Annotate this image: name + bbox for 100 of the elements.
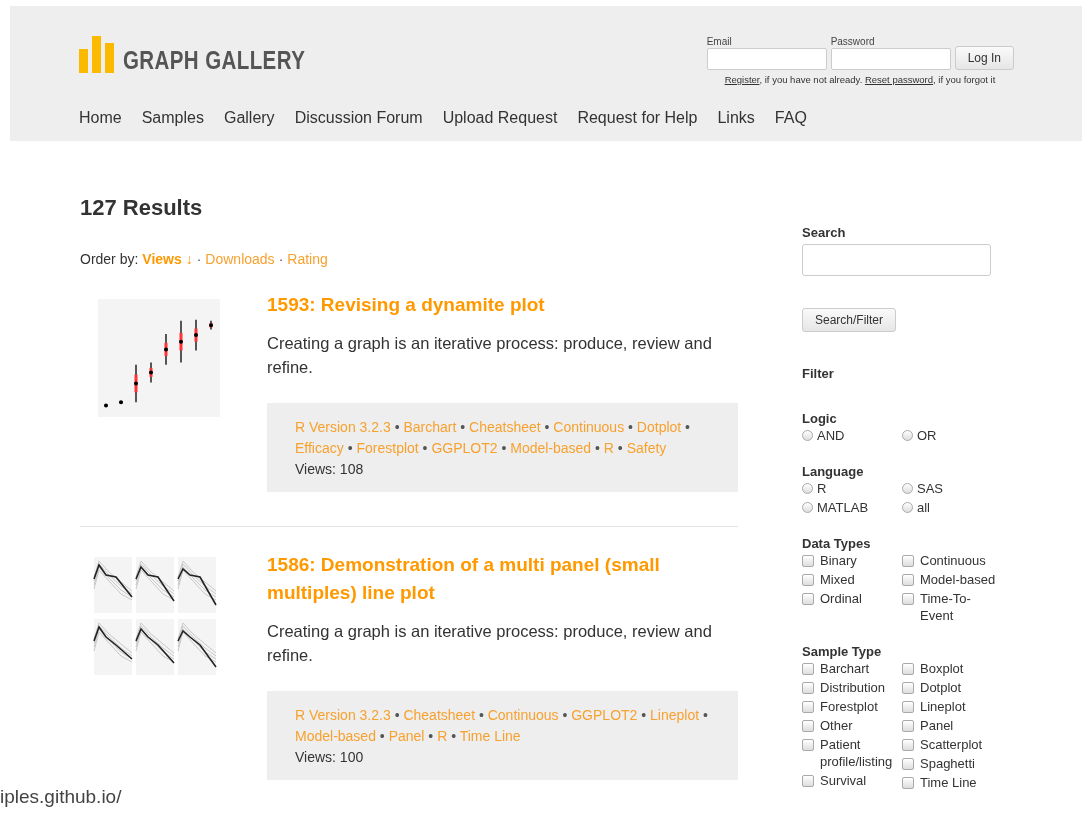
tag-link[interactable]: GGPLOT2: [431, 440, 498, 456]
field-label: Email: [706, 36, 733, 47]
tag-link[interactable]: Dotplot: [636, 419, 682, 435]
login-hint: Register, if you have not already. Reset password, if you forgot it: [724, 74, 997, 85]
checkbox[interactable]: [902, 701, 914, 713]
sort-link[interactable]: Rating: [287, 251, 328, 267]
result-title[interactable]: 1586: Demonstration of a multi panel (small multiples) line plot: [267, 551, 738, 607]
tag-link[interactable]: Continuous: [487, 707, 559, 723]
option-label: Time-To-Event: [920, 590, 972, 624]
group-heading: Data Types: [802, 536, 872, 551]
option-label: Survival: [820, 772, 867, 789]
checkbox[interactable]: [902, 777, 914, 789]
result-description: Creating a graph is an iterative process: produce, review and refine.: [267, 333, 713, 378]
tag-link[interactable]: Panel: [388, 728, 425, 744]
nav-link[interactable]: Discussion Forum: [294, 109, 423, 127]
tag-link[interactable]: R Version 3.2.3: [295, 707, 391, 723]
tag-separator: •: [460, 419, 466, 435]
option-label: Spaghetti: [920, 755, 975, 772]
search-label: Search: [802, 225, 847, 240]
group-heading: Sample Type: [802, 644, 883, 659]
tag-link[interactable]: Model-based: [510, 440, 592, 456]
option-label: Distribution: [820, 679, 886, 696]
email-field[interactable]: [706, 48, 827, 70]
radio-button[interactable]: [902, 483, 913, 494]
tag-separator: •: [544, 419, 550, 435]
tag-link[interactable]: Time Line: [459, 728, 521, 744]
nav-link[interactable]: Home: [79, 109, 122, 127]
group-heading: Logic: [802, 411, 838, 426]
tag-separator: •: [478, 707, 484, 723]
logo-text[interactable]: GRAPH GALLERY: [123, 47, 306, 73]
tag-link[interactable]: R: [437, 728, 448, 744]
checkbox[interactable]: [902, 739, 914, 751]
tag-link[interactable]: Lineplot: [650, 707, 700, 723]
sort-link[interactable]: Downloads: [205, 251, 275, 267]
search-field[interactable]: [802, 244, 991, 276]
checkbox[interactable]: [802, 593, 814, 605]
checkbox[interactable]: [902, 682, 914, 694]
tag-separator: •: [347, 440, 353, 456]
radio-button[interactable]: [902, 502, 913, 513]
tag-link[interactable]: Continuous: [553, 419, 625, 435]
tag-separator: •: [685, 419, 690, 435]
tag-link[interactable]: Cheatsheet: [403, 707, 476, 723]
checkbox[interactable]: [802, 739, 814, 751]
tag-link[interactable]: R: [603, 440, 614, 456]
checkbox[interactable]: [902, 555, 914, 567]
checkbox[interactable]: [802, 720, 814, 732]
checkbox[interactable]: [802, 663, 814, 675]
checkbox[interactable]: [902, 574, 914, 586]
radio-button[interactable]: [902, 430, 913, 441]
result-title[interactable]: 1593: Revising a dynamite plot: [267, 291, 738, 319]
search-filter-button[interactable]: Search/Filter: [802, 308, 897, 332]
option-label: R: [817, 480, 827, 497]
tag-separator: •: [379, 728, 385, 744]
radio-button[interactable]: [802, 483, 813, 494]
nav-link[interactable]: Request for Help: [577, 109, 698, 127]
result-description: Creating a graph is an iterative process: produce, review and refine.: [267, 621, 713, 666]
tag-separator: •: [641, 707, 647, 723]
checkbox[interactable]: [802, 775, 814, 787]
checkbox[interactable]: [802, 555, 814, 567]
password-field[interactable]: [830, 48, 951, 70]
tag-link[interactable]: Forestplot: [356, 440, 419, 456]
option-label: Continuous: [920, 552, 986, 569]
field-label: Password: [830, 36, 876, 47]
nav-link[interactable]: Samples: [141, 109, 204, 127]
option-label: SAS: [917, 480, 943, 497]
tag-link[interactable]: Safety: [626, 440, 667, 456]
nav-link[interactable]: Links: [717, 109, 755, 127]
view-count: Views: 100: [295, 749, 364, 765]
nav-link[interactable]: FAQ: [774, 109, 807, 127]
tag-link[interactable]: Efficacy: [295, 440, 344, 456]
option-label: Barchart: [820, 660, 870, 677]
checkbox[interactable]: [802, 574, 814, 586]
group-heading: Language: [802, 464, 865, 479]
radio-button[interactable]: [802, 430, 813, 441]
option-label: Other: [820, 717, 853, 734]
view-count: Views: 108: [295, 461, 364, 477]
tag-separator: •: [422, 440, 428, 456]
login-button[interactable]: Log In: [954, 46, 1014, 70]
tag-link[interactable]: Barchart: [403, 419, 457, 435]
tag-link[interactable]: Model-based: [295, 728, 376, 744]
radio-button[interactable]: [802, 502, 813, 513]
checkbox[interactable]: [802, 682, 814, 694]
checkbox[interactable]: [902, 758, 914, 770]
option-label: Time Line: [920, 774, 977, 791]
tag-link[interactable]: Cheatsheet: [469, 419, 541, 435]
tag-link[interactable]: R Version 3.2.3: [295, 419, 391, 435]
checkbox[interactable]: [902, 593, 914, 605]
nav-link[interactable]: Gallery: [223, 109, 275, 127]
checkbox[interactable]: [802, 701, 814, 713]
option-label: Lineplot: [920, 698, 966, 715]
checkbox[interactable]: [902, 720, 914, 732]
checkbox[interactable]: [902, 663, 914, 675]
sort-link[interactable]: Views ↓: [142, 251, 193, 267]
option-label: Scatterplot: [920, 736, 983, 753]
nav-link[interactable]: Upload Request: [442, 109, 558, 127]
order-label: Order by:: [80, 251, 139, 267]
option-label: Patient profile/listing: [820, 736, 894, 770]
option-label: Binary: [820, 552, 857, 569]
tag-separator: •: [703, 707, 708, 723]
tag-link[interactable]: GGPLOT2: [571, 707, 638, 723]
